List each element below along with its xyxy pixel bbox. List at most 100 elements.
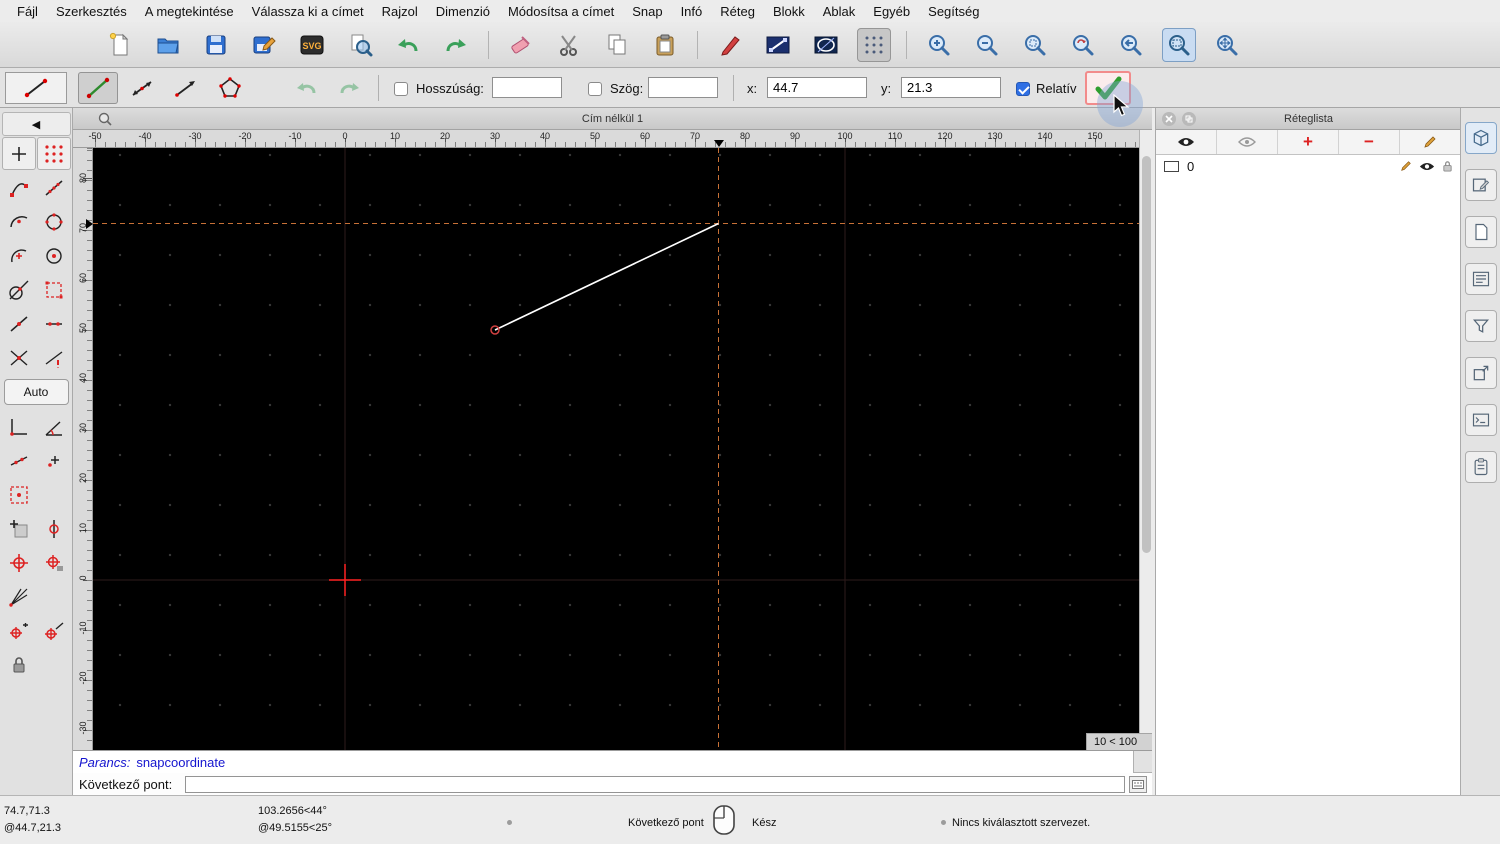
snap-center-button[interactable] xyxy=(2,239,36,272)
cut-button[interactable] xyxy=(552,28,586,62)
command-scrollbar[interactable] xyxy=(1133,751,1152,773)
open-file-button[interactable] xyxy=(151,28,185,62)
palette-back-button[interactable]: ◀ xyxy=(1,112,71,136)
ellipse-attributes-button[interactable] xyxy=(809,28,843,62)
layer-lock-icon[interactable] xyxy=(1442,160,1453,172)
y-input[interactable] xyxy=(901,77,1001,98)
document-titlebar[interactable]: Cím nélkül 1 xyxy=(73,108,1152,130)
dock-document-button[interactable] xyxy=(1464,216,1497,248)
close-panel-button[interactable] xyxy=(1162,112,1176,126)
menu-view[interactable]: A megtekintése xyxy=(136,4,243,19)
snap-grid-button[interactable] xyxy=(36,137,71,170)
auto-zoom-button[interactable] xyxy=(1018,28,1052,62)
delete-button[interactable] xyxy=(504,28,538,62)
dock-filter-button[interactable] xyxy=(1464,310,1497,342)
layer-edit-icon[interactable] xyxy=(1400,160,1412,172)
menu-help[interactable]: Segítség xyxy=(919,4,988,19)
construction-lines-button[interactable] xyxy=(2,580,36,613)
selection-window-button[interactable] xyxy=(37,273,71,306)
drawing-canvas[interactable] xyxy=(93,148,1139,750)
zoom-window-button[interactable] xyxy=(1162,27,1196,62)
menu-select[interactable]: Válassza ki a címet xyxy=(243,4,373,19)
menu-modify[interactable]: Módosítsa a címet xyxy=(499,4,623,19)
snap-intersection-manual-button[interactable] xyxy=(37,341,71,374)
zoom-out-button[interactable] xyxy=(970,28,1004,62)
hide-all-layers-button[interactable] xyxy=(1217,130,1278,154)
line-vector-button[interactable] xyxy=(166,72,206,104)
remove-layer-button[interactable]: − xyxy=(1339,130,1400,154)
vertical-scrollbar[interactable] xyxy=(1139,130,1152,750)
dock-command-button[interactable] xyxy=(1464,404,1497,436)
lock-layer-button[interactable] xyxy=(2,648,36,681)
dock-clipboard-button[interactable] xyxy=(1464,451,1497,483)
line-angle-button[interactable] xyxy=(122,72,162,104)
menu-layer[interactable]: Réteg xyxy=(711,4,764,19)
snap-intersection-button[interactable] xyxy=(2,341,36,374)
length-checkbox[interactable] xyxy=(394,82,408,96)
snap-distance-button[interactable] xyxy=(37,307,71,340)
snap-divide-button[interactable] xyxy=(2,444,36,477)
dock-library-button[interactable] xyxy=(1464,122,1497,154)
x-input[interactable] xyxy=(767,77,867,98)
layer-row[interactable]: 0 xyxy=(1156,155,1461,177)
snap-free-button[interactable] xyxy=(1,137,36,170)
menu-info[interactable]: Infó xyxy=(672,4,712,19)
menu-file[interactable]: Fájl xyxy=(8,4,47,19)
relative-zero-box-button[interactable] xyxy=(2,478,36,511)
pen-attributes-button[interactable] xyxy=(713,28,747,62)
scrollbar-thumb[interactable] xyxy=(1142,156,1151,553)
snap-tangent-button[interactable] xyxy=(2,273,36,306)
length-input[interactable] xyxy=(492,77,562,98)
relative-checkbox[interactable] xyxy=(1016,82,1030,96)
restrict-orthogonal-button[interactable] xyxy=(2,410,36,443)
show-all-layers-button[interactable] xyxy=(1156,130,1217,154)
snap-endpoint-button[interactable] xyxy=(2,171,36,204)
snap-coordinate-polar-button[interactable] xyxy=(37,614,71,647)
menu-dimension[interactable]: Dimenzió xyxy=(427,4,499,19)
command-input[interactable] xyxy=(185,776,1125,793)
snap-quadrant-button[interactable] xyxy=(37,205,71,238)
menu-other[interactable]: Egyéb xyxy=(864,4,919,19)
action-redo-button[interactable] xyxy=(330,72,370,104)
snap-multiple-button[interactable] xyxy=(37,444,71,477)
menu-block[interactable]: Blokk xyxy=(764,4,814,19)
svg-export-button[interactable]: SVG xyxy=(295,28,329,62)
zoom-redraw-button[interactable] xyxy=(1066,28,1100,62)
menu-edit[interactable]: Szerkesztés xyxy=(47,4,136,19)
lock-relative-zero-button[interactable] xyxy=(37,546,71,579)
undo-button[interactable] xyxy=(391,28,425,62)
snap-middle-button[interactable] xyxy=(2,307,36,340)
new-file-button[interactable] xyxy=(103,28,137,62)
edit-layer-button[interactable] xyxy=(1400,130,1461,154)
vertical-guide-button[interactable] xyxy=(37,512,71,545)
add-layer-button[interactable]: + xyxy=(1278,130,1339,154)
snap-on-entity-button[interactable] xyxy=(37,171,71,204)
zoom-in-button[interactable] xyxy=(922,28,956,62)
snap-nearest-button[interactable] xyxy=(2,205,36,238)
action-undo-button[interactable] xyxy=(286,72,326,104)
zoom-pan-button[interactable] xyxy=(1210,28,1244,62)
save-as-button[interactable] xyxy=(247,28,281,62)
set-relative-zero-button[interactable] xyxy=(2,546,36,579)
line-two-points-button[interactable] xyxy=(78,72,118,104)
menu-snap[interactable]: Snap xyxy=(623,4,671,19)
redo-button[interactable] xyxy=(439,28,473,62)
menu-draw[interactable]: Rajzol xyxy=(373,4,427,19)
snap-coordinate-button[interactable] xyxy=(2,614,36,647)
print-preview-button[interactable] xyxy=(343,28,377,62)
dock-layer-list-button[interactable] xyxy=(1464,263,1497,295)
layer-visible-icon[interactable] xyxy=(1419,161,1435,172)
auto-snap-button[interactable]: Auto xyxy=(3,379,69,405)
line-attributes-button[interactable] xyxy=(761,28,795,62)
paste-button[interactable] xyxy=(648,28,682,62)
angle-snap-button[interactable] xyxy=(37,410,71,443)
grid-plus-button[interactable] xyxy=(2,512,36,545)
float-panel-button[interactable] xyxy=(1182,112,1196,126)
dock-block-button[interactable] xyxy=(1464,169,1497,201)
keyboard-button[interactable] xyxy=(1129,776,1147,793)
polyline-button[interactable] xyxy=(210,72,250,104)
snap-circle-center-button[interactable] xyxy=(37,239,71,272)
dock-insert-button[interactable] xyxy=(1464,357,1497,389)
angle-input[interactable] xyxy=(648,77,718,98)
angle-checkbox[interactable] xyxy=(588,82,602,96)
